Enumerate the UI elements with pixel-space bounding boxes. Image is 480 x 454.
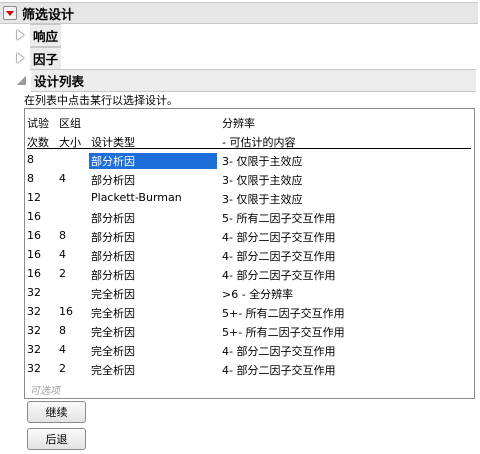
responses-title: 响应 bbox=[30, 23, 62, 47]
runs-cell: 16 bbox=[27, 210, 41, 223]
continue-button[interactable]: 继续 bbox=[27, 401, 86, 423]
runs-cell: 32 bbox=[27, 324, 41, 337]
header-divider bbox=[27, 148, 471, 149]
runs-cell: 32 bbox=[27, 343, 41, 356]
red-triangle-icon bbox=[6, 10, 14, 16]
optional-label: 可选项 bbox=[30, 386, 60, 397]
table-row[interactable]: 32 4 完全析因 4- 部分二因子交互作用 bbox=[26, 340, 472, 359]
table-row[interactable]: 32 8 完全析因 5+- 所有二因子交互作用 bbox=[26, 321, 472, 340]
table-row[interactable]: 16 8 部分析因 4- 部分二因子交互作用 bbox=[26, 226, 472, 245]
runs-cell: 32 bbox=[27, 305, 41, 318]
table-row[interactable]: 8 4 部分析因 3- 仅限于主效应 bbox=[26, 169, 472, 188]
block-size-cell: 2 bbox=[59, 362, 66, 375]
design-type-cell: 完全析因 bbox=[91, 288, 135, 301]
runs-cell: 16 bbox=[27, 267, 41, 280]
design-list-box[interactable]: 试验 次数 区组 大小 设计类型 分辨率 - 可估计的内容 8 部分析因 3- 仅限… bbox=[24, 108, 475, 399]
table-row[interactable]: 12 Plackett-Burman 3- 仅限于主效应 bbox=[26, 188, 472, 207]
block-size-cell: 2 bbox=[59, 267, 66, 280]
design-list-outline[interactable]: 设计列表 bbox=[14, 68, 476, 92]
column-header-block-top: 区组 bbox=[59, 117, 81, 130]
disclosure-open-icon[interactable] bbox=[17, 75, 26, 85]
resolution-cell: 5+- 所有二因子交互作用 bbox=[222, 307, 345, 320]
resolution-cell: 4- 部分二因子交互作用 bbox=[222, 231, 336, 244]
design-type-cell: 部分析因 bbox=[91, 212, 135, 225]
runs-cell: 16 bbox=[27, 229, 41, 242]
red-triangle-menu-button[interactable] bbox=[3, 6, 17, 20]
design-type-cell: 完全析因 bbox=[91, 307, 135, 320]
block-size-cell: 16 bbox=[59, 305, 73, 318]
platform-header: 筛选设计 bbox=[0, 2, 478, 24]
resolution-cell: 3- 仅限于主效应 bbox=[222, 174, 303, 187]
responses-outline[interactable]: 响应 bbox=[14, 23, 476, 47]
design-type-cell: 部分析因 bbox=[89, 153, 217, 169]
table-row[interactable]: 32 16 完全析因 5+- 所有二因子交互作用 bbox=[26, 302, 472, 321]
resolution-cell: 3- 仅限于主效应 bbox=[222, 193, 303, 206]
resolution-cell: 4- 部分二因子交互作用 bbox=[222, 345, 336, 358]
column-header-runs-top: 试验 bbox=[27, 117, 49, 130]
table-row[interactable]: 8 部分析因 3- 仅限于主效应 bbox=[26, 150, 472, 169]
block-size-cell: 8 bbox=[59, 324, 66, 337]
resolution-cell: 5+- 所有二因子交互作用 bbox=[222, 326, 345, 339]
factors-outline[interactable]: 因子 bbox=[14, 46, 476, 70]
table-row[interactable]: 16 2 部分析因 4- 部分二因子交互作用 bbox=[26, 264, 472, 283]
resolution-cell: >6 - 全分辨率 bbox=[222, 288, 294, 301]
resolution-cell: 4- 部分二因子交互作用 bbox=[222, 364, 336, 377]
design-type-cell: 部分析因 bbox=[91, 250, 135, 263]
platform-title: 筛选设计 bbox=[22, 7, 75, 23]
design-type-cell: 完全析因 bbox=[91, 326, 135, 339]
resolution-cell: 4- 部分二因子交互作用 bbox=[222, 269, 336, 282]
table-row[interactable]: 16 部分析因 5- 所有二因子交互作用 bbox=[26, 207, 472, 226]
design-type-cell: 部分析因 bbox=[91, 269, 135, 282]
block-size-cell: 4 bbox=[59, 248, 66, 261]
runs-cell: 16 bbox=[27, 248, 41, 261]
design-type-cell: Plackett-Burman bbox=[91, 191, 182, 204]
block-size-cell: 4 bbox=[59, 172, 66, 185]
instruction-text: 在列表中点击某行以选择设计。 bbox=[24, 94, 178, 107]
design-type-cell: 部分析因 bbox=[91, 231, 135, 244]
back-button[interactable]: 后退 bbox=[27, 428, 86, 450]
resolution-cell: 5- 所有二因子交互作用 bbox=[222, 212, 336, 225]
table-row[interactable]: 32 完全析因 >6 - 全分辨率 bbox=[26, 283, 472, 302]
runs-cell: 12 bbox=[27, 191, 41, 204]
design-type-cell: 完全析因 bbox=[91, 364, 135, 377]
runs-cell: 32 bbox=[27, 286, 41, 299]
table-row[interactable]: 16 4 部分析因 4- 部分二因子交互作用 bbox=[26, 245, 472, 264]
design-type-cell: 完全析因 bbox=[91, 345, 135, 358]
block-size-cell: 4 bbox=[59, 343, 66, 356]
runs-cell: 8 bbox=[27, 172, 34, 185]
disclosure-closed-icon[interactable] bbox=[17, 30, 24, 40]
resolution-cell: 4- 部分二因子交互作用 bbox=[222, 250, 336, 263]
resolution-cell: 3- 仅限于主效应 bbox=[222, 155, 303, 168]
runs-cell: 32 bbox=[27, 362, 41, 375]
design-list-title: 设计列表 bbox=[31, 68, 476, 92]
disclosure-closed-icon[interactable] bbox=[17, 53, 24, 63]
column-header-resolution-top: 分辨率 bbox=[222, 117, 255, 130]
factors-title: 因子 bbox=[30, 46, 62, 70]
runs-cell: 8 bbox=[27, 153, 34, 166]
block-size-cell: 8 bbox=[59, 229, 66, 242]
table-row[interactable]: 32 2 完全析因 4- 部分二因子交互作用 bbox=[26, 359, 472, 378]
design-type-cell: 部分析因 bbox=[91, 174, 135, 187]
